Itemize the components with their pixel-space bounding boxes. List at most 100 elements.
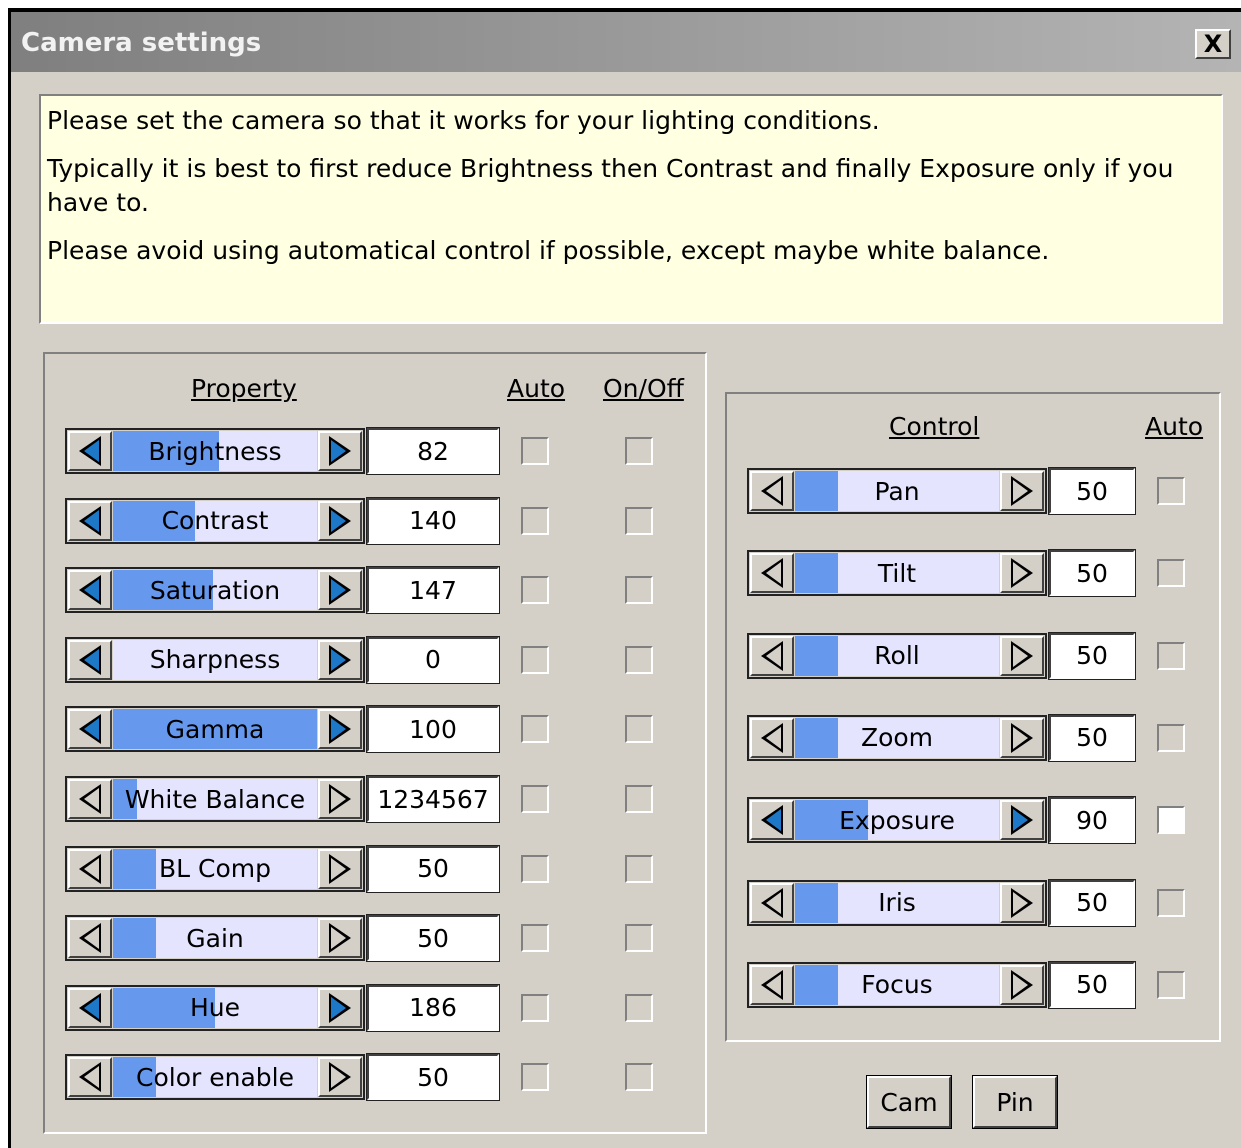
decrease-arrow-button[interactable]	[68, 848, 112, 889]
control-value-field[interactable]: 50	[1048, 467, 1136, 515]
decrease-arrow-button[interactable]	[68, 987, 112, 1028]
property-slider[interactable]: Gain	[65, 915, 365, 962]
decrease-arrow-button[interactable]	[750, 800, 794, 841]
property-auto-checkbox[interactable]	[521, 645, 549, 674]
close-button[interactable]: X	[1195, 29, 1231, 59]
control-slider[interactable]: Pan	[747, 468, 1047, 514]
property-slider[interactable]: Saturation	[65, 567, 365, 614]
property-onoff-checkbox[interactable]	[625, 645, 653, 674]
pin-button[interactable]: Pin	[972, 1075, 1058, 1129]
property-slider[interactable]: Contrast	[65, 497, 365, 544]
property-slider-track[interactable]: Brightness	[113, 431, 317, 471]
property-auto-checkbox[interactable]	[521, 785, 549, 813]
decrease-arrow-button[interactable]	[68, 431, 112, 471]
decrease-arrow-button[interactable]	[750, 471, 794, 511]
control-slider-track[interactable]: Roll	[795, 635, 999, 676]
property-slider[interactable]: White Balance	[65, 776, 365, 822]
increase-arrow-button[interactable]	[318, 779, 362, 819]
control-value-field[interactable]: 90	[1048, 796, 1136, 845]
control-slider[interactable]: Zoom	[747, 714, 1047, 761]
property-slider[interactable]: BL Comp	[65, 845, 365, 892]
property-value-field[interactable]: 82	[366, 427, 500, 475]
control-slider[interactable]: Focus	[747, 961, 1047, 1008]
property-auto-checkbox[interactable]	[521, 993, 549, 1022]
increase-arrow-button[interactable]	[1000, 964, 1044, 1005]
property-onoff-checkbox[interactable]	[625, 437, 653, 465]
property-slider-track[interactable]: BL Comp	[113, 848, 317, 889]
control-slider-track[interactable]: Zoom	[795, 717, 999, 758]
control-slider-track[interactable]: Tilt	[795, 553, 999, 594]
property-value-field[interactable]: 50	[366, 1053, 500, 1102]
decrease-arrow-button[interactable]	[68, 639, 112, 680]
property-value-field[interactable]: 50	[366, 844, 500, 893]
property-slider-track[interactable]: Gamma	[113, 709, 317, 750]
control-auto-checkbox[interactable]	[1157, 477, 1185, 505]
property-onoff-checkbox[interactable]	[625, 1063, 653, 1092]
control-auto-checkbox[interactable]	[1157, 806, 1185, 835]
control-slider-track[interactable]: Exposure	[795, 800, 999, 841]
control-auto-checkbox[interactable]	[1157, 888, 1185, 917]
increase-arrow-button[interactable]	[318, 987, 362, 1028]
property-value-field[interactable]: 50	[366, 914, 500, 963]
property-onoff-checkbox[interactable]	[625, 576, 653, 605]
control-value-field[interactable]: 50	[1048, 549, 1136, 598]
property-auto-checkbox[interactable]	[521, 506, 549, 535]
property-slider[interactable]: Color enable	[65, 1054, 365, 1101]
property-slider[interactable]: Hue	[65, 984, 365, 1031]
control-slider-track[interactable]: Focus	[795, 964, 999, 1005]
property-onoff-checkbox[interactable]	[625, 715, 653, 744]
property-value-field[interactable]: 140	[366, 496, 500, 545]
increase-arrow-button[interactable]	[318, 570, 362, 611]
property-onoff-checkbox[interactable]	[625, 506, 653, 535]
increase-arrow-button[interactable]	[318, 1057, 362, 1098]
property-auto-checkbox[interactable]	[521, 1063, 549, 1092]
decrease-arrow-button[interactable]	[750, 882, 794, 923]
control-slider[interactable]: Iris	[747, 879, 1047, 926]
property-slider-track[interactable]: Color enable	[113, 1057, 317, 1098]
property-value-field[interactable]: 0	[366, 635, 500, 684]
increase-arrow-button[interactable]	[1000, 553, 1044, 594]
property-slider-track[interactable]: Contrast	[113, 500, 317, 541]
decrease-arrow-button[interactable]	[68, 1057, 112, 1098]
decrease-arrow-button[interactable]	[68, 779, 112, 819]
property-value-field[interactable]: 100	[366, 705, 500, 754]
control-value-field[interactable]: 50	[1048, 631, 1136, 680]
decrease-arrow-button[interactable]	[750, 635, 794, 676]
property-slider-track[interactable]: Gain	[113, 918, 317, 959]
property-value-field[interactable]: 186	[366, 983, 500, 1032]
property-value-field[interactable]: 1234567	[366, 775, 500, 823]
increase-arrow-button[interactable]	[318, 431, 362, 471]
control-slider[interactable]: Roll	[747, 632, 1047, 679]
property-slider-track[interactable]: Saturation	[113, 570, 317, 611]
decrease-arrow-button[interactable]	[68, 570, 112, 611]
cam-button[interactable]: Cam	[866, 1075, 952, 1129]
control-auto-checkbox[interactable]	[1157, 641, 1185, 670]
property-slider-track[interactable]: Sharpness	[113, 639, 317, 680]
property-auto-checkbox[interactable]	[521, 715, 549, 744]
control-value-field[interactable]: 50	[1048, 713, 1136, 762]
property-auto-checkbox[interactable]	[521, 576, 549, 605]
title-bar[interactable]: Camera settings X	[11, 12, 1241, 72]
increase-arrow-button[interactable]	[318, 918, 362, 959]
property-slider-track[interactable]: Hue	[113, 987, 317, 1028]
increase-arrow-button[interactable]	[1000, 635, 1044, 676]
control-slider[interactable]: Tilt	[747, 550, 1047, 597]
increase-arrow-button[interactable]	[1000, 882, 1044, 923]
control-auto-checkbox[interactable]	[1157, 970, 1185, 999]
property-auto-checkbox[interactable]	[521, 854, 549, 883]
increase-arrow-button[interactable]	[1000, 471, 1044, 511]
decrease-arrow-button[interactable]	[750, 553, 794, 594]
control-auto-checkbox[interactable]	[1157, 723, 1185, 752]
property-onoff-checkbox[interactable]	[625, 785, 653, 813]
increase-arrow-button[interactable]	[318, 500, 362, 541]
control-auto-checkbox[interactable]	[1157, 559, 1185, 588]
property-slider[interactable]: Gamma	[65, 706, 365, 753]
control-value-field[interactable]: 50	[1048, 960, 1136, 1009]
decrease-arrow-button[interactable]	[750, 964, 794, 1005]
property-onoff-checkbox[interactable]	[625, 854, 653, 883]
property-slider[interactable]: Brightness	[65, 428, 365, 474]
increase-arrow-button[interactable]	[318, 639, 362, 680]
decrease-arrow-button[interactable]	[68, 500, 112, 541]
control-value-field[interactable]: 50	[1048, 878, 1136, 927]
increase-arrow-button[interactable]	[1000, 800, 1044, 841]
